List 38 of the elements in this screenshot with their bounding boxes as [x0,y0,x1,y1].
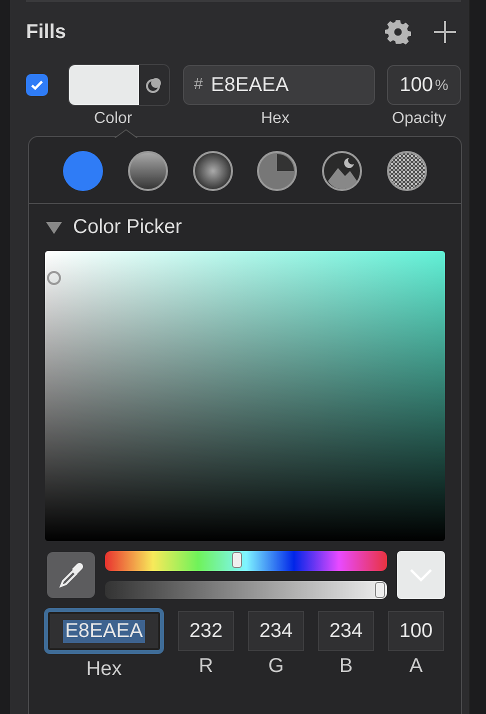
section-title: Fills [26,20,66,44]
disclosure-triangle-icon[interactable] [45,220,63,234]
value-field[interactable]: 100 [388,611,444,651]
add-icon[interactable] [433,20,457,44]
solid-fill-icon[interactable] [63,151,103,191]
slider-thumb[interactable] [232,552,242,568]
section-title: Color Picker [73,216,182,239]
color-handle[interactable] [47,271,61,285]
field-label: Opacity [392,110,446,128]
field-label: Hex [86,658,122,681]
color-swatch-button[interactable] [68,64,170,106]
blend-mode-icon [145,76,163,94]
angular-fill-icon[interactable] [257,151,298,191]
field-label: G [268,655,284,678]
value-field[interactable]: 234 [248,611,304,651]
opacity-field[interactable]: 100% [387,65,461,105]
eyedropper-icon [57,561,85,589]
color-preview-button[interactable] [397,551,445,599]
noise-fill-icon[interactable] [386,151,427,191]
checkbox[interactable] [26,74,48,96]
linear-fill-icon[interactable] [128,151,168,191]
field-label: Color [94,110,132,128]
saturation-brightness-area[interactable] [45,251,445,541]
hue-slider[interactable] [105,551,387,571]
field-label: B [339,655,353,678]
image-fill-icon[interactable] [322,151,362,191]
value-field[interactable]: 232 [178,611,234,651]
field-label: A [409,655,423,678]
field-label: R [198,655,214,678]
value-field[interactable]: 234 [318,611,374,651]
settings-icon[interactable] [385,19,411,45]
radial-fill-icon[interactable] [192,151,233,191]
opacity-slider[interactable] [105,581,387,599]
value-field[interactable]: E8EAEA [44,608,164,654]
slider-thumb[interactable] [375,582,385,598]
eyedropper-button[interactable] [47,552,95,598]
hex-field[interactable]: # E8EAEA [183,65,375,105]
field-label: Hex [261,110,290,128]
